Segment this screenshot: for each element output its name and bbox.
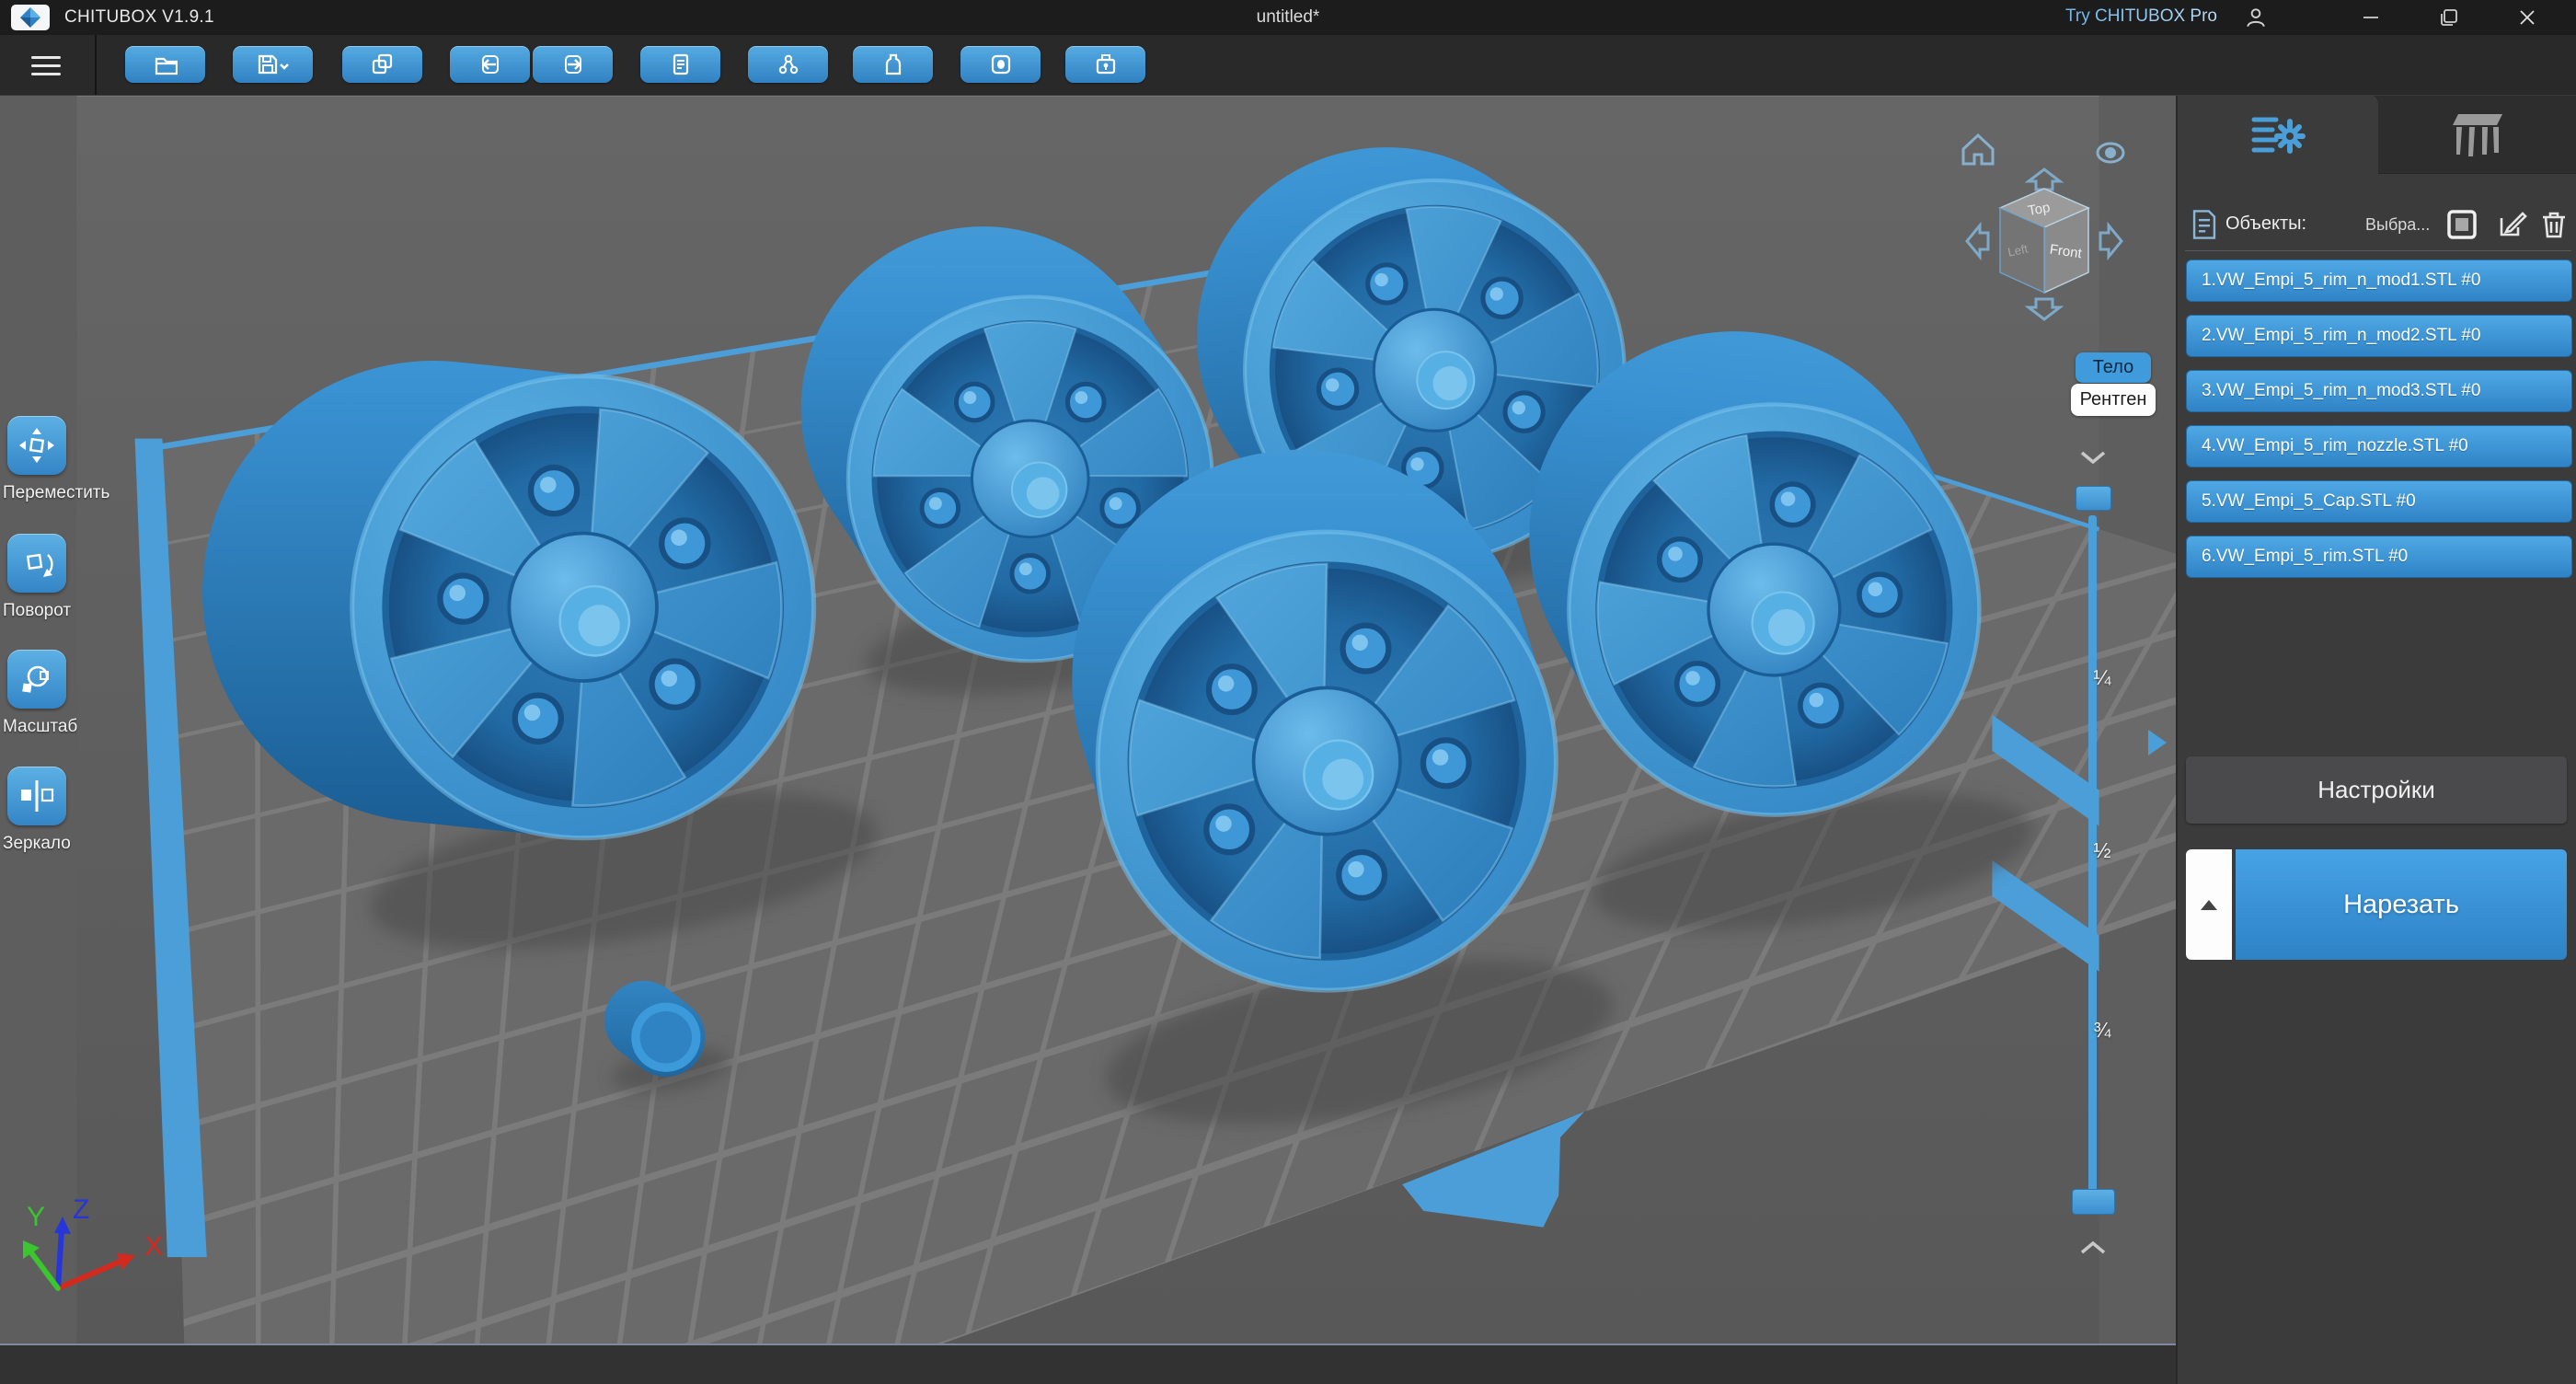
object-list-item[interactable]: 6.VW_Empi_5_rim.STL #0 <box>2186 536 2572 578</box>
slider-fraction-half: ½ <box>2093 838 2111 862</box>
move-tool-button[interactable] <box>7 416 66 475</box>
project-info-icon <box>673 53 688 75</box>
display-mode-xray[interactable]: Рентген <box>2071 384 2156 416</box>
rotate-up-arrow[interactable] <box>2024 167 2064 191</box>
rotate-tool-button[interactable] <box>7 534 66 593</box>
panel-expand-arrow[interactable] <box>2148 730 2167 755</box>
network-print-icon <box>778 54 798 75</box>
axis-label-y: Y <box>27 1202 45 1232</box>
slice-button[interactable]: Нарезать <box>2236 849 2567 960</box>
menu-button[interactable] <box>31 51 61 78</box>
mirror-icon <box>21 780 54 812</box>
view-cube[interactable]: Top Front Left <box>1998 188 2090 294</box>
toolbar-separator <box>95 35 97 95</box>
axis-label-x: X <box>144 1231 163 1262</box>
support-structure-icon <box>2453 113 2503 156</box>
maximize-button[interactable] <box>2428 4 2470 31</box>
rotate-left-arrow[interactable] <box>1965 221 1990 261</box>
save-icon <box>258 54 289 75</box>
slice-options-button[interactable] <box>2186 849 2232 960</box>
settings-button[interactable]: Настройки <box>2186 756 2567 824</box>
open-file-icon <box>155 57 178 75</box>
user-account-icon[interactable] <box>2235 4 2277 31</box>
project-info-button[interactable] <box>640 46 720 83</box>
objects-header: Объекты: Выбра... <box>2191 207 2565 244</box>
dig-hole-icon <box>991 54 1010 75</box>
right-panel: Объекты: Выбра... 1.VW_Empi_5_rim_n_mod1… <box>2148 95 2576 1384</box>
build-plate-scene <box>76 95 2176 1344</box>
object-list-item[interactable]: 2.VW_Empi_5_rim_n_mod2.STL #0 <box>2186 315 2572 357</box>
viewport-3d[interactable]: Top Front Left Тело Рентген ¼ ½ ¾ X Z Y <box>0 95 2176 1344</box>
scale-tool-label: Масштаб <box>3 717 78 736</box>
tab-object-settings[interactable] <box>2178 95 2378 174</box>
object-list-item[interactable]: 1.VW_Empi_5_rim_n_mod1.STL #0 <box>2186 260 2572 302</box>
rename-icon[interactable] <box>2496 209 2527 240</box>
close-button[interactable] <box>2506 4 2548 31</box>
title-bar: CHITUBOX V1.9.1 untitled* Try CHITUBOX P… <box>0 0 2576 35</box>
dig-hole-button[interactable] <box>960 46 1041 83</box>
slider-handle-bottom[interactable] <box>2072 1189 2115 1215</box>
delete-trash-icon[interactable] <box>2538 209 2570 240</box>
clone-icon <box>372 53 392 75</box>
undo-button[interactable] <box>450 46 530 83</box>
up-arrow-icon <box>2201 899 2217 910</box>
perspective-eye-icon[interactable] <box>2096 142 2125 164</box>
status-strip <box>0 1344 2176 1384</box>
settings-list-icon <box>2251 117 2306 154</box>
slider-handle-top[interactable] <box>2076 486 2111 511</box>
minimize-button[interactable] <box>2350 4 2392 31</box>
home-view-icon[interactable] <box>1961 133 1995 166</box>
try-pro-link[interactable]: Try CHITUBOX Pro <box>2065 6 2217 27</box>
rotate-down-arrow[interactable] <box>2024 297 2064 321</box>
resin-bottle-button[interactable] <box>853 46 933 83</box>
panel-tabs <box>2178 95 2576 174</box>
model-cap[interactable] <box>604 980 706 1078</box>
header-separator <box>2185 250 2571 251</box>
selected-label: Выбра... <box>2365 215 2431 234</box>
object-list-item[interactable]: 3.VW_Empi_5_rim_n_mod3.STL #0 <box>2186 370 2572 412</box>
move-tool-label: Переместить <box>3 483 110 502</box>
mirror-tool-button[interactable] <box>7 767 66 825</box>
redo-button[interactable] <box>533 46 613 83</box>
scale-icon <box>22 665 49 693</box>
printer-box-button[interactable] <box>1065 46 1145 83</box>
save-button[interactable] <box>233 46 313 83</box>
open-file-button[interactable] <box>125 46 205 83</box>
model-rim-4[interactable] <box>1072 449 1558 993</box>
undo-icon <box>481 55 499 74</box>
select-all-checkbox[interactable] <box>2446 209 2478 240</box>
rotate-icon <box>26 553 53 577</box>
slider-expand-chevron[interactable] <box>2078 1240 2108 1255</box>
redo-icon <box>564 55 581 74</box>
network-print-button[interactable] <box>748 46 828 83</box>
rotate-tool-label: Поворот <box>3 601 72 620</box>
move-icon <box>19 428 54 463</box>
axis-indicator: X Z Y <box>23 1194 163 1291</box>
chitubox-window: CHITUBOX V1.9.1 untitled* Try CHITUBOX P… <box>0 0 2576 1384</box>
main-toolbar <box>0 35 2576 96</box>
object-list-item[interactable]: 4.VW_Empi_5_rim_nozzle.STL #0 <box>2186 425 2572 467</box>
object-list-item[interactable]: 5.VW_Empi_5_Cap.STL #0 <box>2186 480 2572 523</box>
rotate-right-arrow[interactable] <box>2099 221 2123 261</box>
slider-collapse-chevron[interactable] <box>2078 450 2108 465</box>
tab-support[interactable] <box>2377 95 2576 174</box>
model-rim-1[interactable] <box>202 361 817 841</box>
objects-document-icon <box>2192 210 2216 239</box>
slider-fraction-threequarter: ¾ <box>2093 1018 2111 1042</box>
objects-label: Объекты: <box>2225 213 2307 234</box>
scale-tool-button[interactable] <box>7 650 66 709</box>
resin-bottle-icon <box>885 53 901 75</box>
axis-label-z: Z <box>73 1194 89 1225</box>
mirror-tool-label: Зеркало <box>3 834 71 853</box>
slider-fraction-quarter: ¼ <box>2093 665 2111 689</box>
clone-button[interactable] <box>342 46 422 83</box>
printer-box-icon <box>1096 54 1115 75</box>
display-mode-body[interactable]: Тело <box>2076 352 2151 383</box>
